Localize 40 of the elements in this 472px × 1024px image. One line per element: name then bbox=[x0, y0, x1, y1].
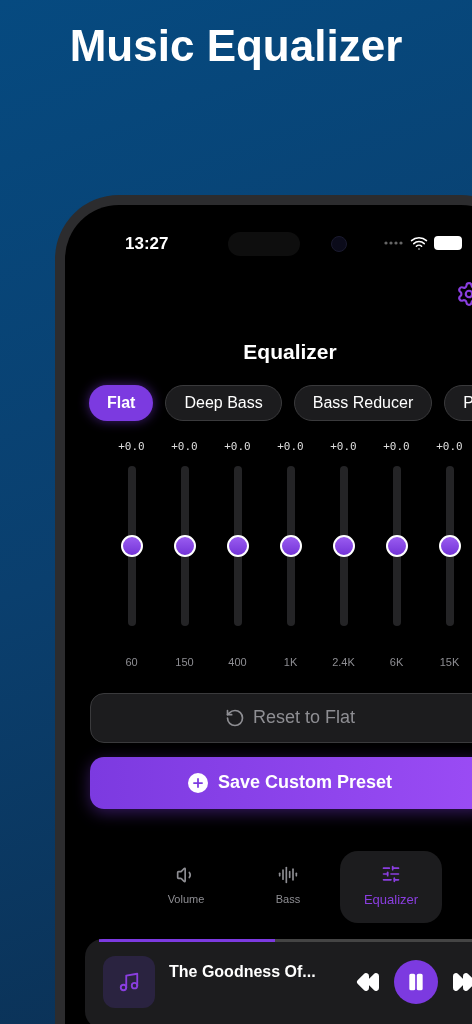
tab-button[interactable]: Volume bbox=[136, 850, 236, 923]
frequency-label: 2.4K bbox=[332, 655, 355, 670]
slider-thumb[interactable] bbox=[173, 535, 196, 557]
slider-thumb[interactable] bbox=[120, 535, 143, 557]
save-preset-button[interactable]: Save Custom Preset bbox=[90, 756, 472, 809]
frequency-label: 15K bbox=[439, 655, 460, 670]
sound-wave-icon bbox=[278, 865, 298, 886]
frequency-label: 1K bbox=[283, 655, 298, 670]
frequency-label: 150 bbox=[175, 655, 194, 670]
frequency-label: 60 bbox=[125, 655, 138, 670]
camera-icon bbox=[331, 236, 347, 252]
status-time: 13:27 bbox=[125, 233, 169, 256]
music-note-icon bbox=[118, 970, 140, 993]
sliders-icon bbox=[381, 863, 401, 884]
preset-chip[interactable]: Deep Bass bbox=[165, 385, 282, 421]
headline: Music Equalizer bbox=[69, 24, 403, 68]
signal-dots-icon bbox=[384, 241, 404, 245]
reset-button[interactable]: Reset to Flat bbox=[90, 692, 472, 743]
screen-title: Equalizer bbox=[243, 338, 337, 365]
gain-value: +0.0 bbox=[383, 439, 410, 455]
gain-value: +0.0 bbox=[224, 439, 251, 455]
slider-thumb[interactable] bbox=[226, 535, 249, 557]
preset-chip[interactable]: Flat bbox=[89, 385, 154, 421]
wifi-icon bbox=[410, 234, 428, 252]
frequency-label: 400 bbox=[228, 655, 247, 670]
gain-value: +0.0 bbox=[330, 439, 357, 455]
gain-value: +0.0 bbox=[277, 439, 304, 455]
battery-icon bbox=[434, 236, 462, 250]
gain-value: +0.0 bbox=[171, 439, 198, 455]
reset-icon bbox=[224, 707, 245, 728]
frequency-label: 6K bbox=[389, 655, 404, 670]
gain-value: +0.0 bbox=[118, 439, 145, 455]
slider-thumb[interactable] bbox=[385, 535, 408, 557]
track-title: The Goodness Of... bbox=[169, 961, 316, 982]
tab-button[interactable]: Bass bbox=[238, 850, 338, 923]
slider-thumb[interactable] bbox=[438, 535, 461, 557]
gain-value: +0.0 bbox=[436, 439, 463, 455]
slider-thumb[interactable] bbox=[279, 535, 302, 557]
slider-thumb[interactable] bbox=[332, 535, 355, 557]
preset-chip[interactable]: Bass Reducer bbox=[293, 385, 433, 421]
